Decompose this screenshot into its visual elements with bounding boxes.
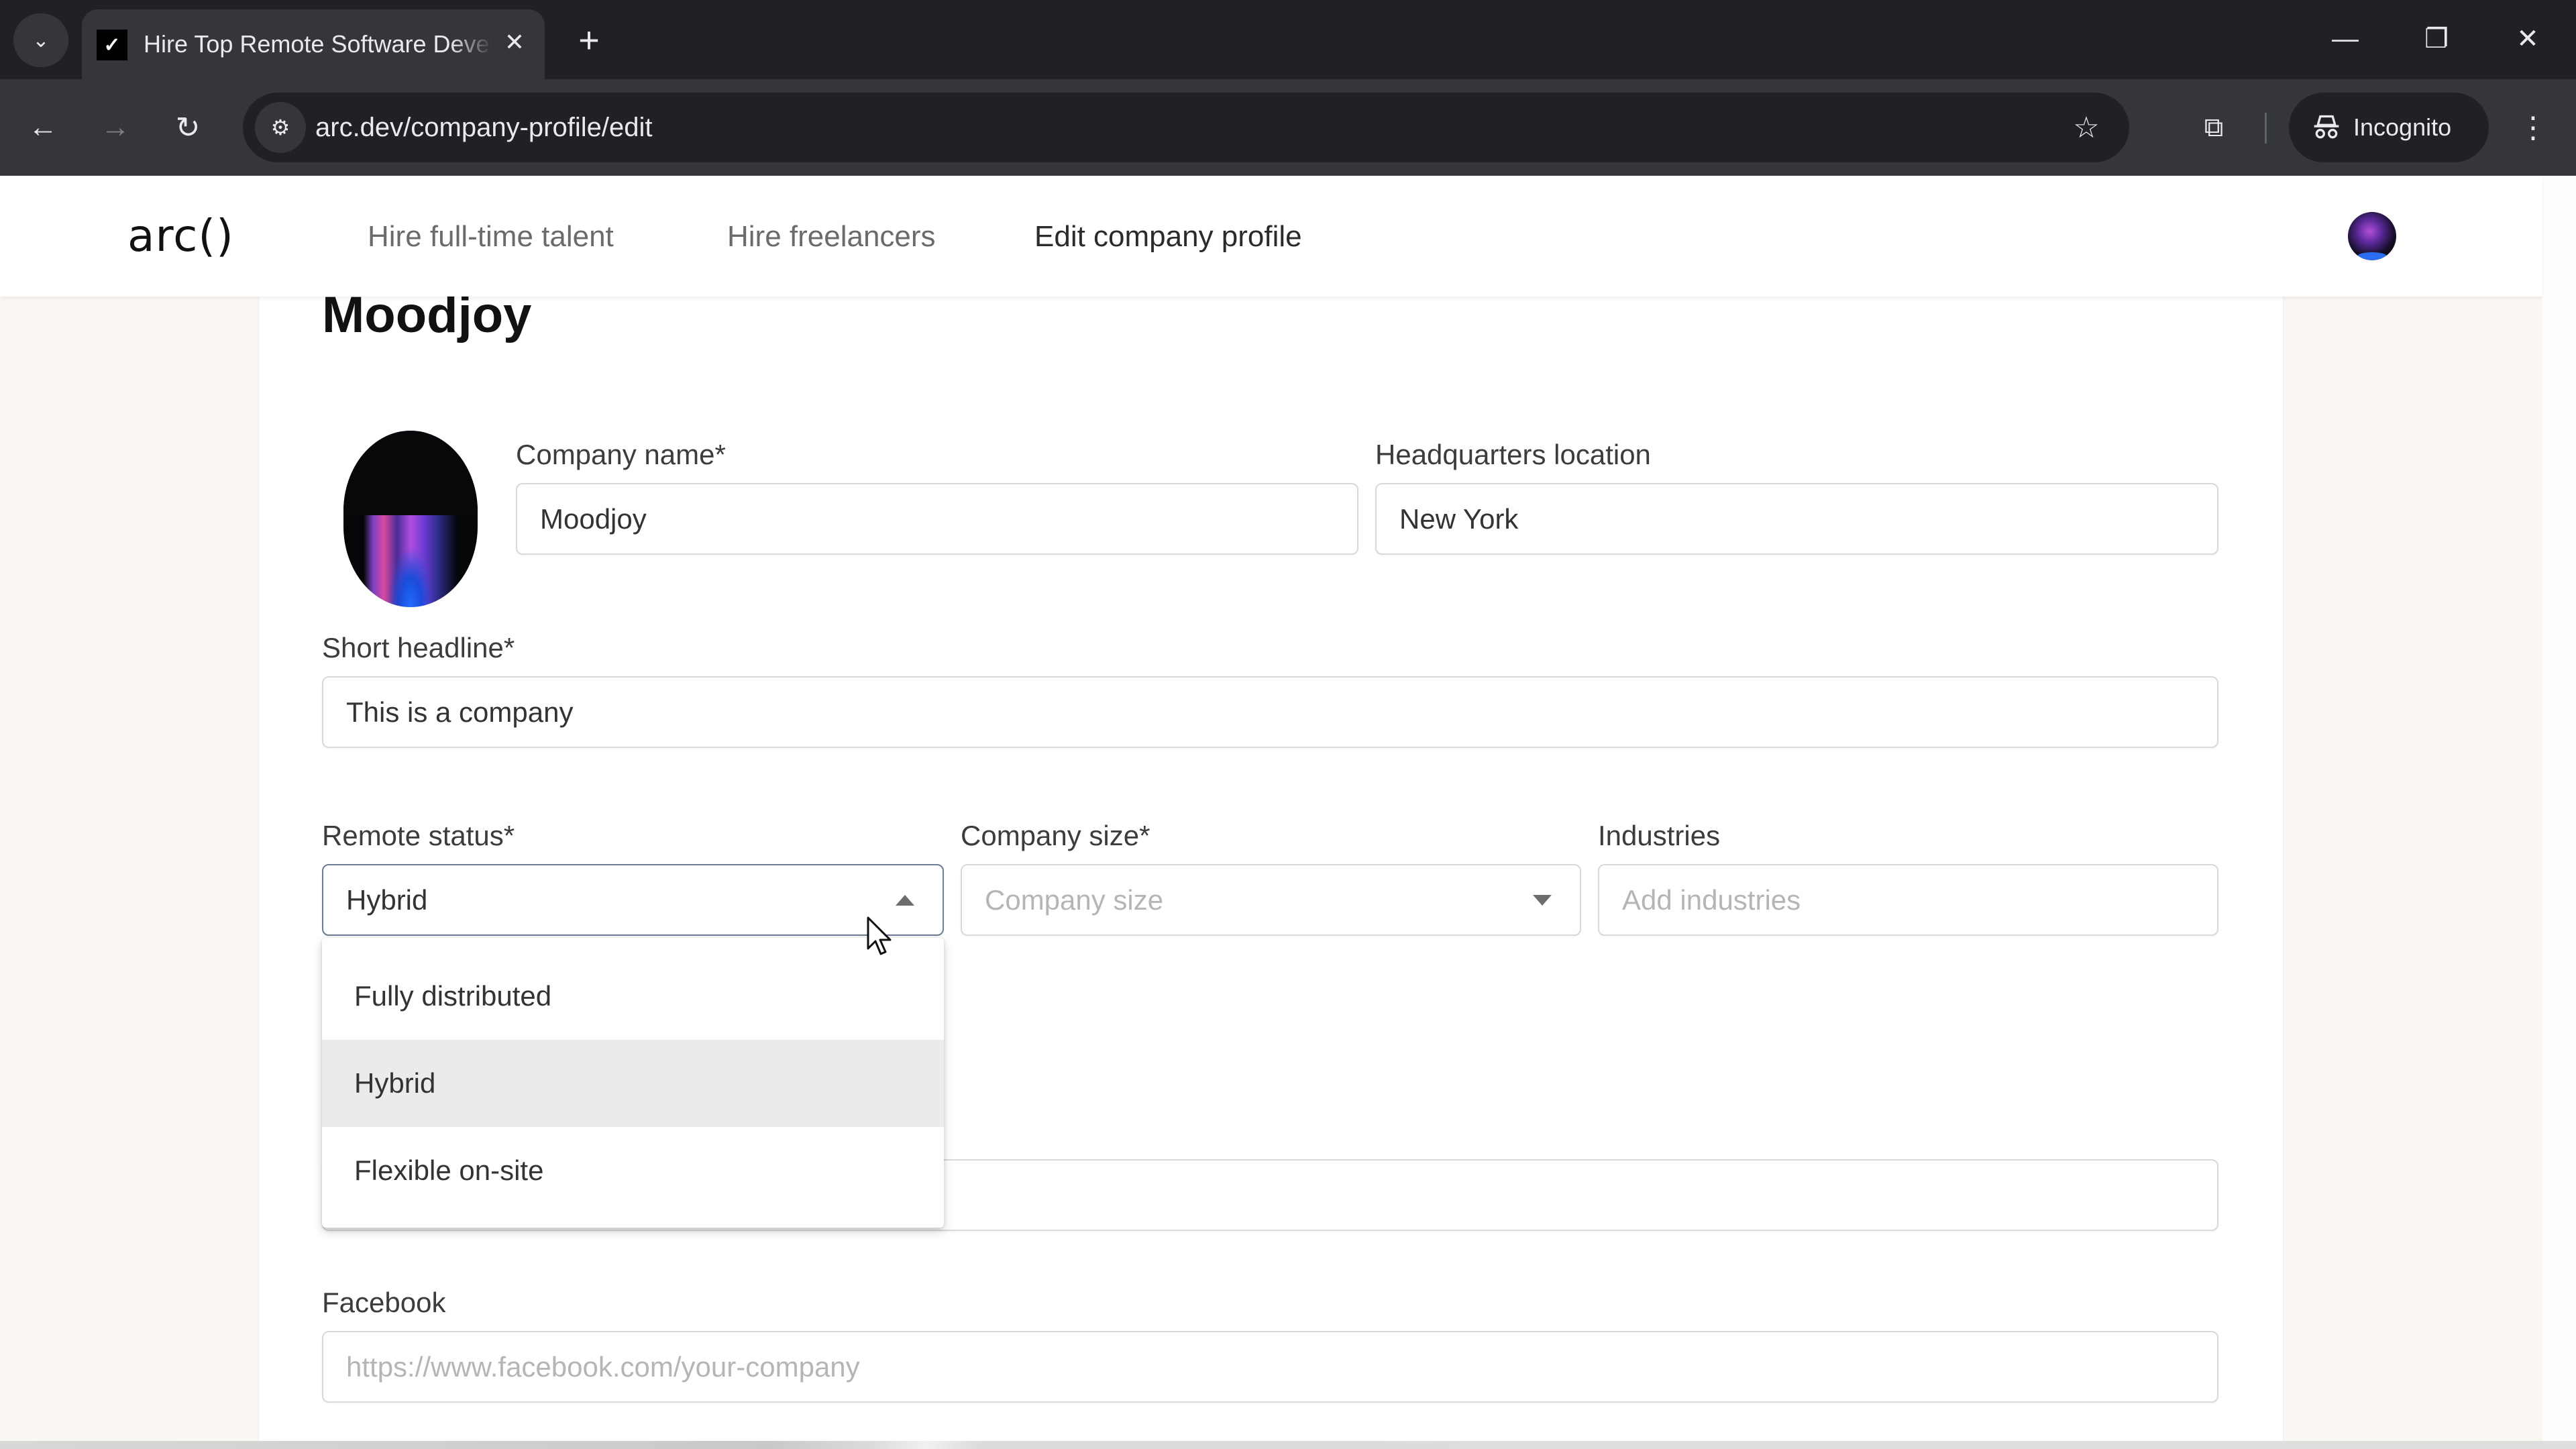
browser-menu-button[interactable]: ⋮ — [2509, 103, 2557, 152]
incognito-badge[interactable]: Incognito — [2289, 93, 2489, 162]
arc-check-icon: ✓ — [97, 30, 127, 60]
industries-label: Industries — [1598, 820, 1721, 851]
chevron-down-icon: ⌄ — [32, 29, 50, 52]
site-header: arc() Hire full-time talent Hire freelan… — [0, 176, 2542, 297]
close-window-button[interactable]: ✕ — [2494, 12, 2561, 66]
reload-button[interactable]: ↻ — [164, 103, 212, 152]
option-label: Hybrid — [354, 1067, 436, 1099]
horizontal-scrollbar[interactable] — [0, 1441, 2576, 1449]
back-button[interactable]: ← — [19, 103, 67, 152]
arrow-right-icon: → — [101, 111, 130, 144]
toolbar-divider — [2265, 113, 2267, 144]
nav-edit-company-profile[interactable]: Edit company profile — [1034, 213, 1302, 260]
short-headline-value: This is a company — [346, 696, 574, 728]
caret-down-icon — [1533, 895, 1552, 906]
short-headline-label: Short headline* — [322, 632, 515, 663]
extensions-button[interactable]: ⧉ — [2190, 103, 2238, 152]
facebook-placeholder: https://www.facebook.com/your-company — [346, 1350, 860, 1383]
address-bar[interactable]: ⚙ arc.dev/company-profile/edit ☆ — [243, 93, 2129, 162]
company-logo[interactable] — [343, 431, 478, 607]
browser-tab-active[interactable]: ✓ Hire Top Remote Software Developers ✕ — [82, 9, 545, 79]
kebab-menu-icon: ⋮ — [2518, 111, 2548, 144]
browser-tab-bar: ⌄ ✓ Hire Top Remote Software Developers … — [0, 0, 2576, 79]
facebook-label: Facebook — [322, 1287, 446, 1318]
hq-location-value: New York — [1399, 502, 1519, 535]
url-text[interactable]: arc.dev/company-profile/edit — [315, 107, 652, 148]
bookmark-button[interactable]: ☆ — [2063, 105, 2109, 150]
hq-location-label: Headquarters location — [1375, 439, 1651, 470]
minimize-icon: — — [2332, 23, 2359, 54]
industries-input[interactable]: Add industries — [1598, 864, 2218, 936]
close-tab-button[interactable]: ✕ — [496, 24, 533, 60]
short-headline-input[interactable]: This is a company — [322, 676, 2218, 748]
remote-status-value: Hybrid — [346, 883, 428, 916]
arc-logo[interactable]: arc() — [127, 208, 234, 264]
incognito-label: Incognito — [2353, 113, 2452, 141]
option-flexible-on-site[interactable]: Flexible on-site — [322, 1127, 944, 1214]
page-scrollbar[interactable] — [2542, 176, 2576, 1449]
minimize-button[interactable]: — — [2312, 12, 2379, 66]
hq-location-input[interactable]: New York — [1375, 483, 2218, 555]
caret-up-icon — [896, 895, 914, 906]
plus-icon: + — [578, 20, 600, 60]
arrow-left-icon: ← — [28, 111, 58, 144]
option-label: Fully distributed — [354, 980, 552, 1012]
user-avatar[interactable] — [2348, 212, 2396, 260]
remote-status-select[interactable]: Hybrid — [322, 864, 944, 936]
tab-list-button[interactable]: ⌄ — [13, 13, 68, 67]
nav-hire-freelancers[interactable]: Hire freelancers — [727, 213, 936, 260]
company-size-placeholder: Company size — [985, 883, 1164, 916]
close-icon: ✕ — [504, 28, 525, 56]
company-size-label: Company size* — [961, 820, 1150, 851]
new-tab-button[interactable]: + — [569, 20, 609, 60]
industries-placeholder: Add industries — [1622, 883, 1801, 916]
star-icon: ☆ — [2073, 111, 2100, 144]
tune-icon: ⚙ — [270, 115, 290, 140]
company-size-select[interactable]: Company size — [961, 864, 1581, 936]
company-name-input[interactable]: Moodjoy — [516, 483, 1358, 555]
option-label: Flexible on-site — [354, 1155, 544, 1186]
remote-status-dropdown: Fully distributed Hybrid Flexible on-sit… — [322, 938, 944, 1228]
mouse-cursor-icon — [867, 916, 892, 955]
tab-title: Hire Top Remote Software Developers — [144, 30, 492, 58]
option-fully-distributed[interactable]: Fully distributed — [322, 953, 944, 1040]
facebook-input[interactable]: https://www.facebook.com/your-company — [322, 1331, 2218, 1403]
site-info-button[interactable]: ⚙ — [255, 102, 306, 153]
browser-toolbar: ← → ↻ ⚙ arc.dev/company-profile/edit ☆ ⧉… — [0, 79, 2576, 176]
puzzle-icon: ⧉ — [2204, 112, 2224, 142]
company-name-label: Company name* — [516, 439, 726, 470]
option-hybrid[interactable]: Hybrid — [322, 1040, 944, 1127]
forward-button[interactable]: → — [91, 103, 140, 152]
reload-icon: ↻ — [175, 111, 201, 144]
close-icon: ✕ — [2516, 24, 2539, 54]
restore-icon: ❐ — [2424, 24, 2449, 54]
remote-status-label: Remote status* — [322, 820, 515, 851]
company-name-value: Moodjoy — [540, 502, 647, 535]
incognito-icon — [2314, 115, 2339, 139]
restore-button[interactable]: ❐ — [2403, 12, 2470, 66]
nav-hire-full-time-talent[interactable]: Hire full-time talent — [368, 213, 614, 260]
